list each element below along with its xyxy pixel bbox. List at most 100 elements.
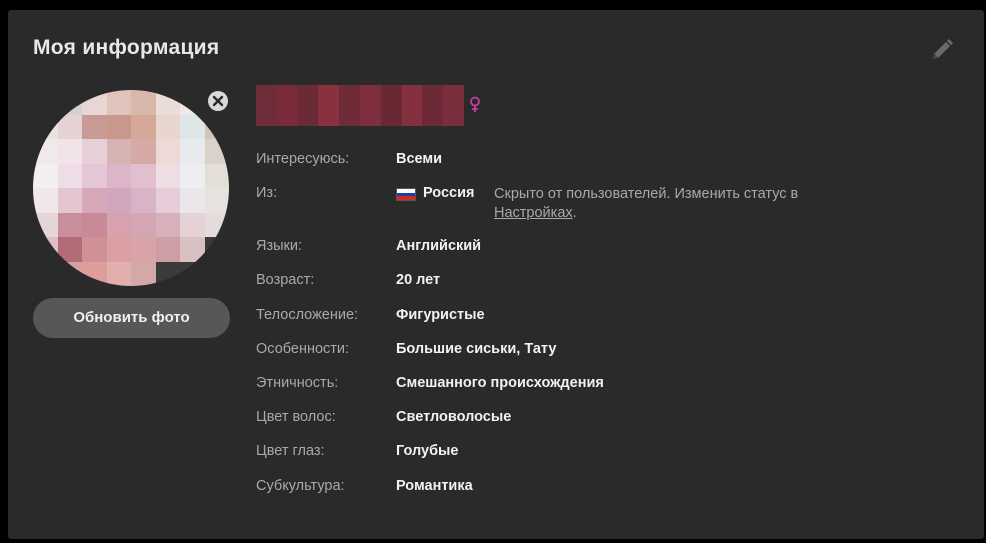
avatar-pixel [57,188,83,213]
field-value: Фигуристые [396,307,485,323]
close-circle-icon[interactable] [207,90,229,112]
avatar-pixel [82,237,107,262]
avatar-pixel [57,212,83,238]
avatar-pixel [82,188,107,213]
avatar-pixel [180,237,205,262]
avatar-pixel [131,188,156,213]
avatar-pixel [57,237,83,262]
avatar-pixel [155,90,181,115]
field-label: Субкультура: [256,478,345,494]
name-redaction-pixel [318,85,340,126]
avatar-pixel [106,90,132,115]
avatar-pixel [131,90,156,115]
privacy-note-text: Скрыто от пользователей. Изменить статус… [494,186,799,202]
name-redaction-pixel [339,85,360,126]
name-redaction-pixel [401,85,423,126]
avatar-pixel [33,114,58,140]
avatar-pixel [106,163,132,189]
avatar-pixel [204,139,229,164]
country-value: Россия [423,185,475,201]
avatar-pixel [155,188,181,213]
field-label: Телосложение: [256,307,359,323]
settings-link[interactable]: Настройках [494,205,573,221]
avatar-pixel [106,261,132,286]
avatar-pixel [180,114,205,140]
avatar-pixel [131,212,156,238]
avatar-pixel [180,139,205,164]
privacy-note-end: . [572,205,577,221]
avatar-pixel [33,212,58,238]
field-label: Интересуюсь: [256,151,350,167]
field-value: Голубые [396,443,459,459]
name-redaction-pixel [422,85,444,126]
my-info-panel: Моя информация Обновить фото Интересуюсь… [8,10,984,539]
field-label: Цвет глаз: [256,443,325,459]
avatar-pixel [82,261,107,286]
field-label: Возраст: [256,272,315,288]
name-redaction-pixel [297,85,319,126]
avatar-pixel [155,114,181,140]
update-photo-button[interactable]: Обновить фото [33,298,230,338]
avatar-pixel [57,90,83,115]
avatar-pixel [204,261,229,286]
name-redaction-pixel [256,85,277,126]
avatar-pixel [131,163,156,189]
female-icon [470,96,480,112]
russia-flag-icon [396,188,416,201]
name-redaction-pixel [380,85,402,126]
privacy-note: Скрыто от пользователей. Изменить статус… [494,185,884,223]
avatar-pixel [57,114,83,140]
field-label: Этничность: [256,375,339,391]
avatar-pixel [106,237,132,262]
field-label: Цвет волос: [256,409,336,425]
avatar-pixel [57,261,83,286]
avatar-pixel [131,139,156,164]
avatar-pixel [33,90,58,115]
name-redaction-pixel [276,85,298,126]
avatar-pixel [82,114,107,140]
avatar-pixel [155,139,181,164]
avatar-pixel [204,163,229,189]
avatar-pixel [180,261,205,286]
avatar-pixel [57,163,83,189]
field-value: Английский [396,238,482,254]
avatar-pixel [155,237,181,262]
avatar-pixel [33,261,58,286]
avatar-pixel [82,163,107,189]
field-value: Смешанного происхождения [396,375,604,391]
avatar-pixel [180,212,205,238]
avatar-pixel [180,188,205,213]
avatar-pixel [204,212,229,238]
avatar-pixel [180,90,205,115]
field-value: Романтика [396,478,473,494]
avatar-pixel [33,139,58,164]
avatar-pixel [204,188,229,213]
avatar-pixel [155,212,181,238]
avatar-pixel [155,261,181,286]
field-label: Из: [256,185,278,201]
avatar-pixel [204,237,229,262]
name-redaction-pixel [359,85,381,126]
avatar-pixel [155,163,181,189]
name-redaction-pixel [443,85,464,126]
field-value: Всеми [396,151,443,167]
avatar-pixel [131,114,156,140]
avatar[interactable] [33,90,229,286]
pencil-icon[interactable] [930,38,954,62]
avatar-pixel [106,139,132,164]
avatar-pixel [131,261,156,286]
profile-name-redacted [256,85,464,126]
avatar-pixel [57,139,83,164]
panel-title: Моя информация [33,36,220,59]
field-label: Особенности: [256,341,350,357]
avatar-pixel [33,188,58,213]
avatar-pixel [106,114,132,140]
field-value: 20 лет [396,272,441,288]
avatar-pixel [33,237,58,262]
avatar-pixel [106,188,132,213]
avatar-pixel [106,212,132,238]
avatar-pixel [180,163,205,189]
avatar-pixel [82,212,107,238]
field-value: Большие сиськи, Тату [396,341,557,357]
avatar-pixel [33,163,58,189]
